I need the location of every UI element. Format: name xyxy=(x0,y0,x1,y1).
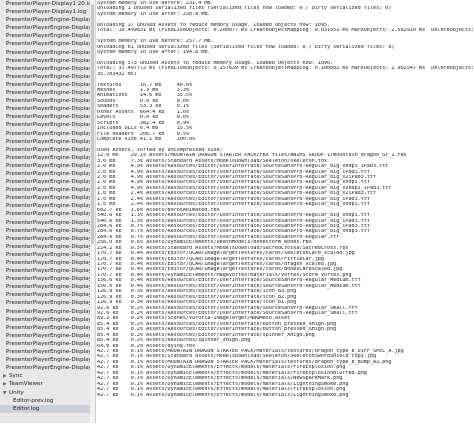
sidebar-log-file[interactable]: PresenterPlayerEngine-Display1... xyxy=(0,348,90,356)
sidebar-log-file[interactable]: PresenterPlayerEngine-Display1... xyxy=(0,308,90,316)
sidebar-log-file[interactable]: PresenterPlayerEngine-Display0... xyxy=(0,40,90,48)
sidebar-log-file[interactable]: PresenterPlayer-Display1 20.log xyxy=(0,0,90,8)
sidebar-log-file[interactable]: PresenterPlayerEngine-Display1... xyxy=(0,291,90,299)
sidebar-log-file[interactable]: PresenterPlayerEngine-Display1... xyxy=(0,251,90,259)
sidebar-log-file[interactable]: PresenterPlayerEngine-Display1... xyxy=(0,267,90,275)
sidebar-folder-sync[interactable]: ▶ Sync xyxy=(0,372,90,380)
sidebar-log-file[interactable]: PresenterPlayerEngine-Display0... xyxy=(0,138,90,146)
log-line: Total: 37.497772 ms (FindLiveObjects: 0.… xyxy=(97,66,474,72)
sidebar-log-file[interactable]: PresenterPlayerEngine-Display0... xyxy=(0,186,90,194)
sidebar-log-file[interactable]: PresenterPlayerEngine-Display1... xyxy=(0,332,90,340)
sidebar-log-file[interactable]: PresenterPlayerEngine-Display1... xyxy=(0,227,90,235)
sidebar-log-file[interactable]: PresenterPlayerEngine-Display0.log xyxy=(0,194,90,202)
sidebar-log-file[interactable]: PresenterPlayerEngine-Display0... xyxy=(0,170,90,178)
sidebar-log-file[interactable]: PresenterPlayerEngine-Display0... xyxy=(0,105,90,113)
sidebar-log-file[interactable]: PresenterPlayerEngine-Display0... xyxy=(0,154,90,162)
sidebar-log-file[interactable]: PresenterPlayer-Display1.log xyxy=(0,8,90,16)
sidebar-log-file[interactable]: PresenterPlayerEngine-Display0... xyxy=(0,130,90,138)
sidebar-log-file[interactable]: PresenterPlayerEngine-Display0... xyxy=(0,146,90,154)
sidebar-log-file[interactable]: PresenterPlayerEngine-Display0... xyxy=(0,178,90,186)
sidebar-folder-teamviewer[interactable]: ▶ TeamViewer xyxy=(0,380,90,388)
sidebar-log-file[interactable]: PresenterPlayerEngine-Display0... xyxy=(0,32,90,40)
sidebar-log-file[interactable]: PresenterPlayerEngine-Display1... xyxy=(0,340,90,348)
sidebar-log-file[interactable]: PresenterPlayerEngine-Display0... xyxy=(0,57,90,65)
sidebar-log-file[interactable]: PresenterPlayerEngine-Display1... xyxy=(0,356,90,364)
sidebar-unity-log-file[interactable]: Editor-prev.log xyxy=(0,397,90,405)
sidebar-log-file[interactable]: PresenterPlayerEngine-Display0... xyxy=(0,113,90,121)
sidebar-log-file[interactable]: PresenterPlayerEngine-Display1... xyxy=(0,275,90,283)
sidebar-log-file[interactable]: PresenterPlayerEngine-Display1... xyxy=(0,202,90,210)
sidebar-log-file[interactable]: PresenterPlayerEngine-Display1... xyxy=(0,210,90,218)
sidebar-unity-log-file[interactable]: Editor.log xyxy=(0,404,90,413)
sidebar-log-file[interactable]: PresenterPlayerEngine-Display0... xyxy=(0,49,90,57)
sidebar-log-file[interactable]: PresenterPlayerEngine-Display1... xyxy=(0,235,90,243)
sidebar-log-file[interactable]: PresenterPlayerEngine-Display1... xyxy=(0,243,90,251)
sidebar-log-file[interactable]: PresenterPlayerEngine-Display1... xyxy=(0,283,90,291)
folder-label: Sync xyxy=(9,373,23,380)
sidebar-log-file[interactable]: PresenterPlayerEngine-Display0... xyxy=(0,97,90,105)
log-line: 42.7 kb 0.1% Assets/DynamicElements/Effe… xyxy=(97,392,349,398)
sidebar-log-file[interactable]: PresenterPlayerEngine-Display0... xyxy=(0,81,90,89)
log-line: Total: 10.499831 ms (FindLiveObjects: 0.… xyxy=(97,28,474,34)
sidebar-log-file[interactable]: PresenterPlayerEngine-Display1.log xyxy=(0,364,90,372)
folder-label: Unity xyxy=(9,389,24,396)
log-file-sidebar: PresenterPlayer-Display1 20.log Presenter… xyxy=(0,0,91,423)
sidebar-scrollbar-thumb[interactable] xyxy=(91,4,94,244)
folder-label: TeamViewer xyxy=(9,381,43,388)
sidebar-log-file[interactable]: PresenterPlayerEngine-Display1... xyxy=(0,259,90,267)
sidebar-log-file[interactable]: PresenterPlayerEngine-Display0... xyxy=(0,162,90,170)
sidebar-log-file[interactable]: PresenterPlayerEngine-Display0... xyxy=(0,121,90,129)
sidebar-log-file[interactable]: PresenterPlayerEngine-Display1... xyxy=(0,299,90,307)
sidebar-log-file[interactable]: PresenterPlayerEngine-Display0... xyxy=(0,24,90,32)
sidebar-log-file[interactable]: PresenterPlayerEngine-Display0... xyxy=(0,89,90,97)
sidebar-log-file[interactable]: PresenterPlayerEngine-Display1... xyxy=(0,316,90,324)
sidebar-scrollbar[interactable] xyxy=(90,0,96,423)
sidebar-log-file[interactable]: PresenterPlayerEngine-Display0... xyxy=(0,73,90,81)
sidebar-log-file[interactable]: PresenterPlayerEngine-Display0.log xyxy=(0,16,90,24)
log-content-pane[interactable]: System memory in use before: 231.4 MB. Un… xyxy=(97,0,474,424)
sidebar-folder-unity[interactable]: ▼ Unity xyxy=(0,389,90,397)
sidebar-log-file[interactable]: PresenterPlayerEngine-Display1... xyxy=(0,219,90,227)
sidebar-log-file[interactable]: PresenterPlayerEngine-Display1... xyxy=(0,324,90,332)
sidebar-log-file[interactable]: PresenterPlayerEngine-Display0... xyxy=(0,65,90,73)
